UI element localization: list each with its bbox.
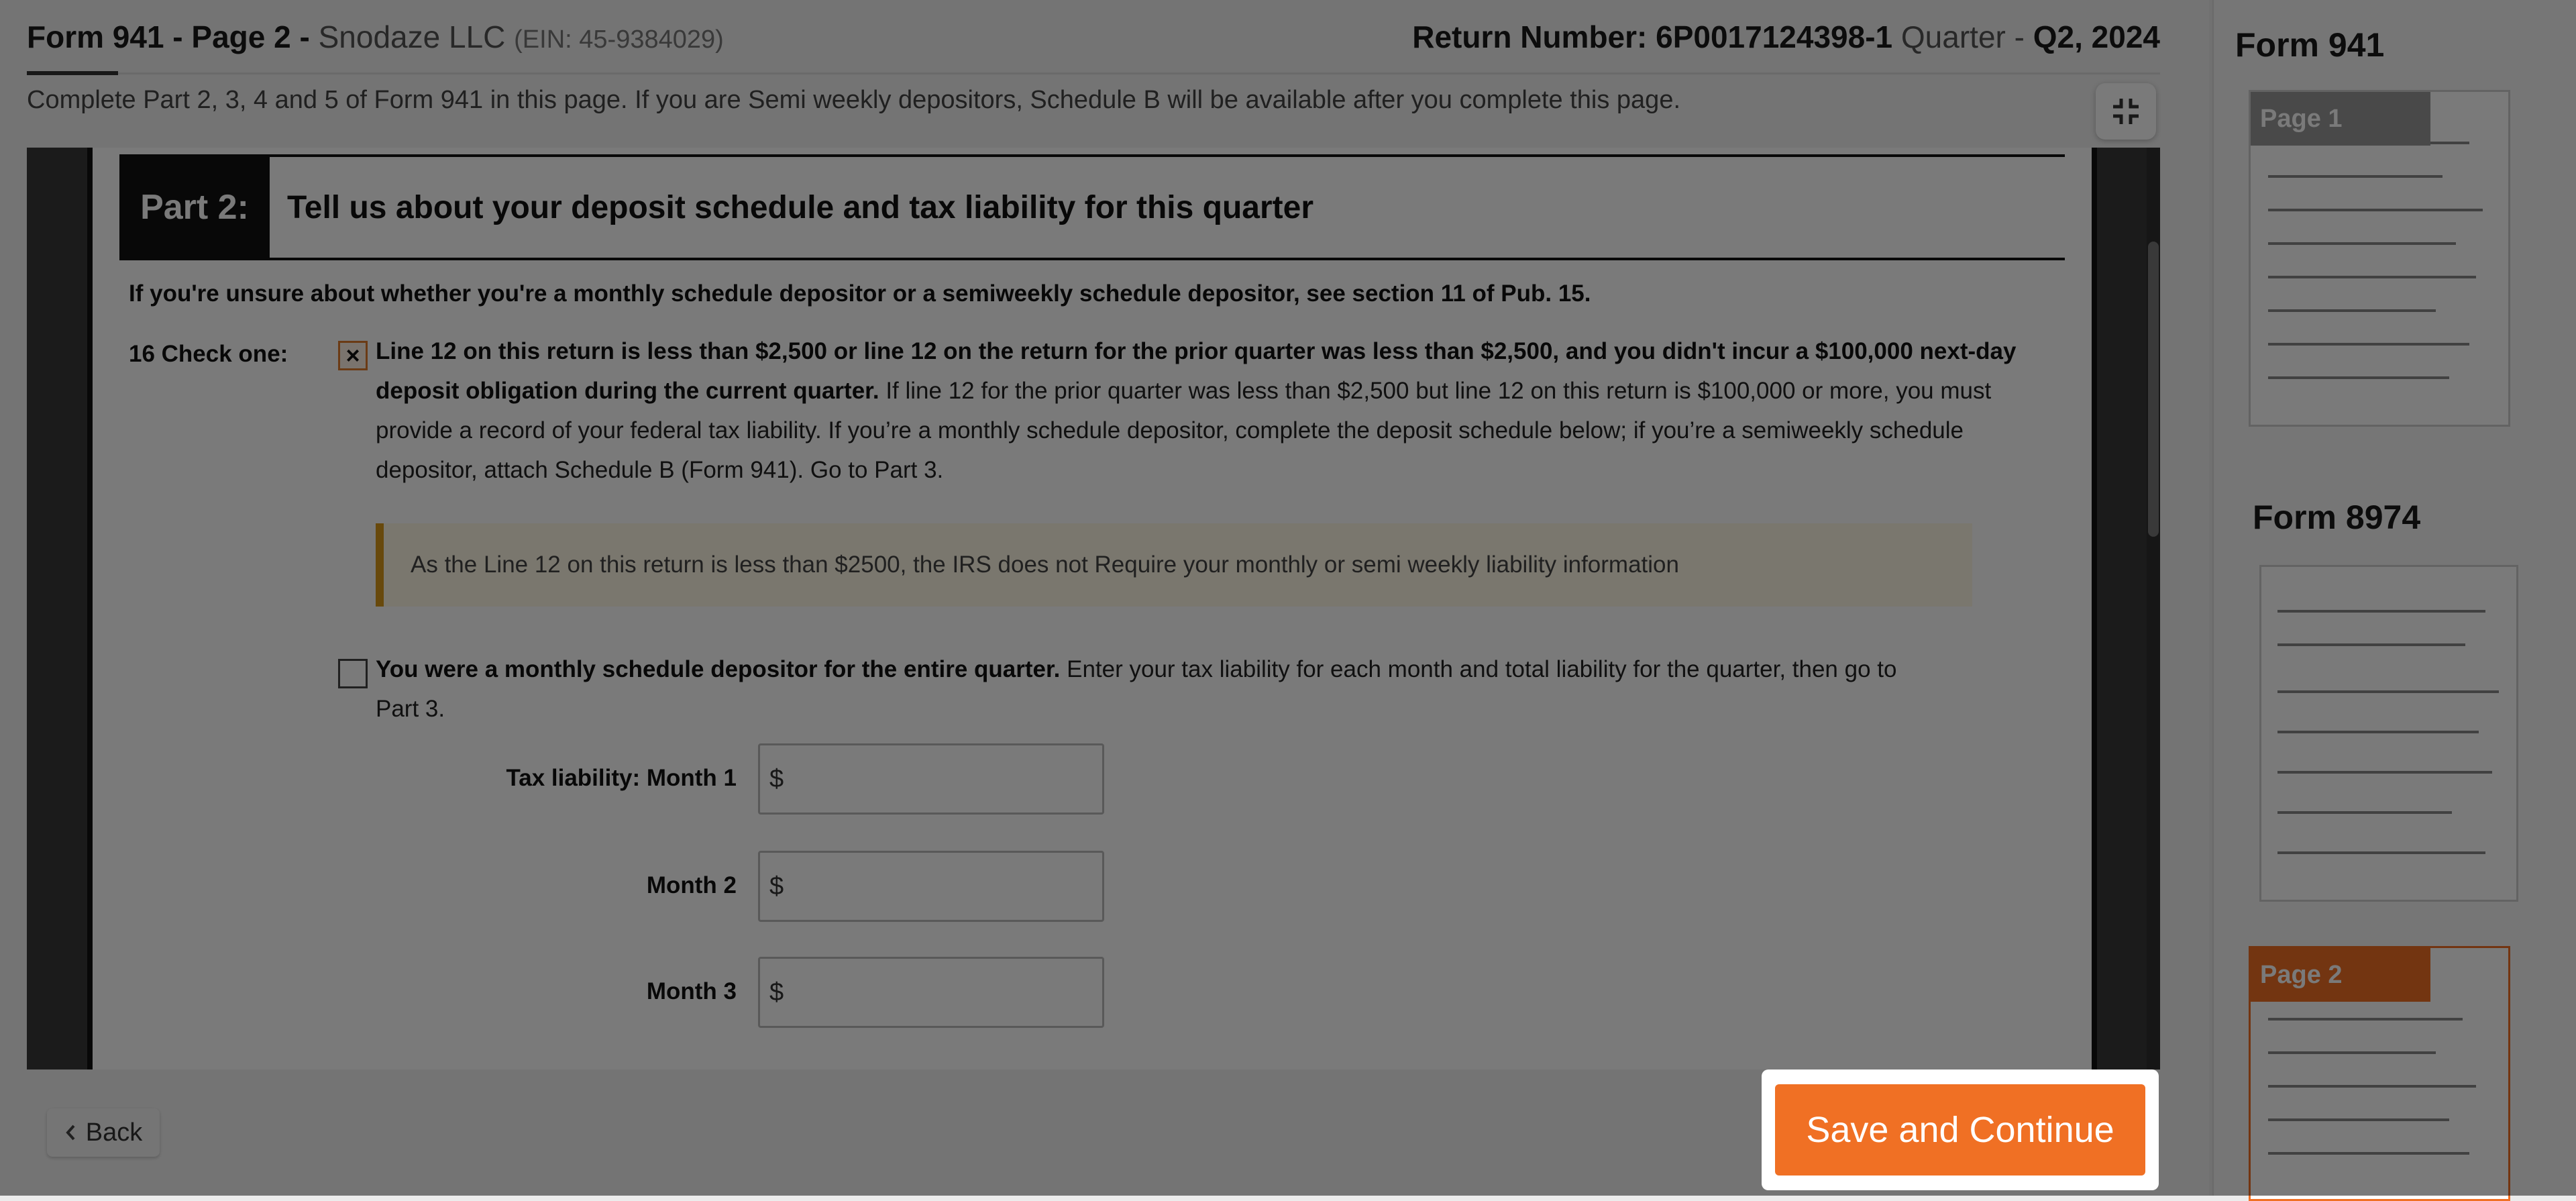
thumbnail-page1[interactable]: Page 1 — [2249, 90, 2510, 427]
viewer-scrollbar[interactable] — [2147, 148, 2160, 1069]
thumbnail-form8974-preview — [2271, 576, 2508, 892]
sidebar-form941-title: Form 941 — [2235, 26, 2385, 64]
save-highlight: Save and Continue — [1762, 1069, 2159, 1190]
company-name: Snodaze LLC — [318, 19, 506, 54]
form-content: Part 2: Tell us about your deposit sched… — [119, 154, 2065, 1028]
collapse-icon — [2113, 99, 2139, 124]
month2-input[interactable]: $ — [758, 851, 1104, 922]
thumbnail-page2[interactable]: Page 2 — [2249, 946, 2510, 1201]
save-and-continue-button[interactable]: Save and Continue — [1775, 1084, 2145, 1176]
part2-header: Part 2: Tell us about your deposit sched… — [119, 154, 2065, 260]
form-title: Form 941 - Page 2 - — [27, 19, 310, 54]
header-right: Return Number: 6P0017124398-1 Quarter - … — [1412, 19, 2160, 55]
page1-badge: Page 1 — [2251, 92, 2430, 146]
chevron-left-icon — [66, 1125, 75, 1141]
month1-label: Tax liability: Month 1 — [506, 765, 737, 791]
month1-input[interactable]: $ — [758, 743, 1104, 815]
currency-symbol: $ — [769, 872, 784, 900]
thumbnail-page1-preview — [2261, 101, 2498, 417]
quarter-value: Q2, 2024 — [2033, 19, 2160, 54]
form-sidebar: Form 941 Page 1 Form 8974 Page 2 — [2212, 0, 2576, 1201]
month3-input[interactable]: $ — [758, 957, 1104, 1028]
option2-checkbox[interactable] — [338, 659, 368, 688]
scrollbar-thumb[interactable] — [2148, 242, 2159, 537]
header-divider — [27, 71, 2160, 75]
currency-symbol: $ — [769, 764, 784, 793]
company-ein: (EIN: 45-9384029) — [514, 25, 724, 54]
return-number: 6P0017124398-1 — [1656, 19, 1893, 54]
line16-label: 16 Check one: — [129, 341, 288, 367]
currency-symbol: $ — [769, 978, 784, 1006]
option1-text: Line 12 on this return is less than $2,5… — [376, 331, 2026, 490]
header-left: Form 941 - Page 2 - Snodaze LLC (EIN: 45… — [27, 19, 724, 55]
option2-bold: You were a monthly schedule depositor fo… — [376, 656, 1061, 682]
option1-checkbox[interactable]: × — [338, 341, 368, 370]
header-divider-active — [27, 71, 118, 75]
back-button[interactable]: Back — [47, 1108, 160, 1157]
sidebar-form8974-title: Form 8974 — [2253, 499, 2421, 536]
page2-badge: Page 2 — [2251, 948, 2430, 1002]
form-page: Part 2: Tell us about your deposit sched… — [87, 148, 2097, 1069]
part2-label: Part 2: — [119, 157, 270, 258]
return-label: Return Number: — [1412, 19, 1648, 54]
part2-title: Tell us about your deposit schedule and … — [287, 189, 1314, 225]
thumbnail-form8974[interactable] — [2259, 565, 2518, 902]
option2-text: You were a monthly schedule depositor fo… — [376, 649, 1945, 729]
page-subtitle: Complete Part 2, 3, 4 and 5 of Form 941 … — [27, 86, 1681, 114]
page-header: Form 941 - Page 2 - Snodaze LLC (EIN: 45… — [27, 19, 2160, 59]
month2-label: Month 2 — [646, 872, 737, 898]
quarter-label: Quarter - — [1900, 19, 2025, 54]
month3-label: Month 3 — [646, 978, 737, 1004]
info-notice: As the Line 12 on this return is less th… — [376, 523, 1972, 607]
depositor-note: If you're unsure about whether you're a … — [129, 280, 1591, 307]
back-label: Back — [85, 1118, 143, 1147]
collapse-button[interactable] — [2096, 83, 2156, 140]
form-viewer: Part 2: Tell us about your deposit sched… — [27, 148, 2160, 1069]
main-panel: Form 941 - Page 2 - Snodaze LLC (EIN: 45… — [0, 0, 2209, 1196]
check-mark-icon: × — [345, 342, 360, 369]
